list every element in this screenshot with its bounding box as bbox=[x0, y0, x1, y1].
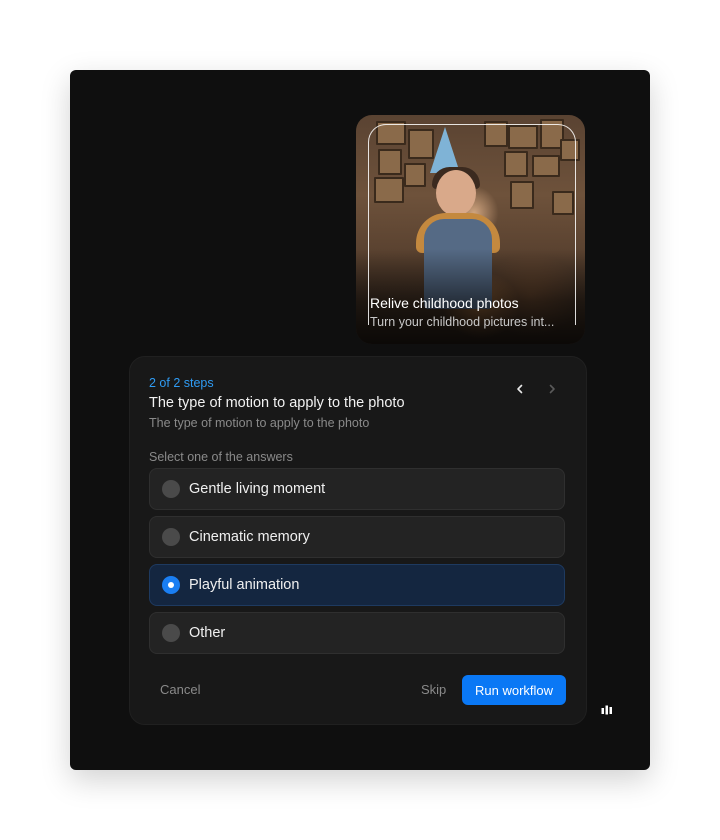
skip-button[interactable]: Skip bbox=[421, 682, 446, 697]
radio-icon bbox=[162, 624, 180, 642]
option-other[interactable]: Other bbox=[149, 612, 565, 654]
option-label: Playful animation bbox=[189, 577, 300, 593]
step-indicator: 2 of 2 steps bbox=[149, 376, 214, 390]
option-label: Other bbox=[189, 625, 226, 641]
option-label: Gentle living moment bbox=[189, 481, 326, 497]
brand-logo-icon bbox=[601, 705, 612, 715]
next-step-button[interactable] bbox=[542, 379, 562, 399]
option-label: Cinematic memory bbox=[189, 529, 310, 545]
answer-prompt: Select one of the answers bbox=[149, 450, 293, 464]
question-card: 2 of 2 steps The type of motion to apply… bbox=[129, 356, 587, 725]
question-description: The type of motion to apply to the photo bbox=[149, 416, 370, 430]
previous-step-button[interactable] bbox=[510, 379, 530, 399]
option-cinematic-memory[interactable]: Cinematic memory bbox=[149, 516, 565, 558]
option-gentle-living-moment[interactable]: Gentle living moment bbox=[149, 468, 565, 510]
option-playful-animation[interactable]: Playful animation bbox=[149, 564, 565, 606]
chevron-left-icon bbox=[517, 384, 523, 394]
radio-icon bbox=[162, 528, 180, 546]
workflow-window: Relive childhood photos Turn your childh… bbox=[70, 70, 650, 770]
photo-card-title: Relive childhood photos bbox=[370, 295, 519, 311]
question-title: The type of motion to apply to the photo bbox=[149, 395, 405, 411]
chevron-right-icon bbox=[549, 384, 555, 394]
cancel-button[interactable]: Cancel bbox=[160, 682, 200, 697]
radio-selected-icon bbox=[162, 576, 180, 594]
radio-icon bbox=[162, 480, 180, 498]
photo-card-subtitle: Turn your childhood pictures int... bbox=[370, 315, 555, 329]
run-workflow-button[interactable]: Run workflow bbox=[462, 675, 566, 705]
photo-card[interactable]: Relive childhood photos Turn your childh… bbox=[356, 115, 585, 344]
